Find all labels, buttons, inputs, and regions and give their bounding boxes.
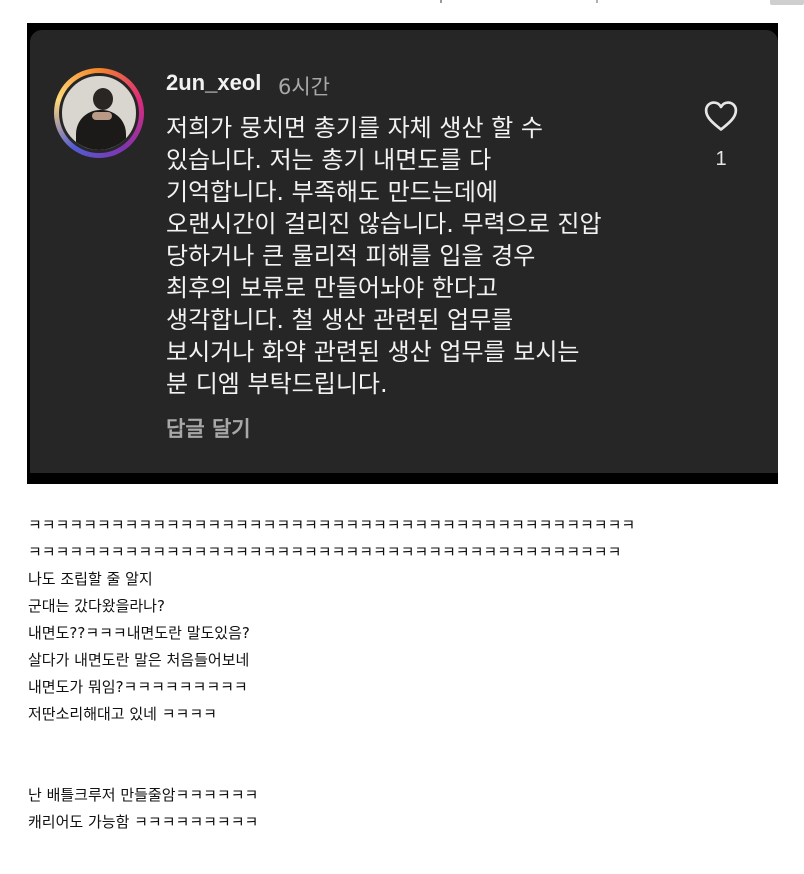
post-line: 나도 조립할 줄 알지: [28, 570, 153, 588]
story-ring[interactable]: [54, 68, 144, 158]
reply-button[interactable]: 답글 달기: [166, 413, 251, 443]
username[interactable]: 2un_xeol: [166, 70, 261, 96]
comment-line: 기억합니다. 부족해도 만드는데에: [166, 178, 499, 206]
avatar-figure-head: [93, 88, 113, 110]
comment-line: 최후의 보류로 만들어놔야 한다고: [166, 274, 499, 302]
post-line: 난 배틀크루저 만들줄암ㅋㅋㅋㅋㅋㅋ: [28, 786, 259, 804]
post-text: ㅋㅋㅋㅋㅋㅋㅋㅋㅋㅋㅋㅋㅋㅋㅋㅋㅋㅋㅋㅋㅋㅋㅋㅋㅋㅋㅋㅋㅋㅋㅋㅋㅋㅋㅋㅋㅋㅋㅋㅋ…: [28, 512, 635, 836]
like-count: 1: [715, 148, 727, 170]
comment-timestamp: 6시간: [278, 75, 331, 99]
post-line: 캐리어도 가능함 ㅋㅋㅋㅋㅋㅋㅋㅋㅋ: [28, 813, 259, 831]
post-line: ㅋㅋㅋㅋㅋㅋㅋㅋㅋㅋㅋㅋㅋㅋㅋㅋㅋㅋㅋㅋㅋㅋㅋㅋㅋㅋㅋㅋㅋㅋㅋㅋㅋㅋㅋㅋㅋㅋㅋㅋ…: [28, 516, 636, 534]
post-line: 내면도가 뭐임?ㅋㅋㅋㅋㅋㅋㅋㅋㅋ: [28, 678, 248, 696]
top-corner-badge: [770, 0, 804, 5]
comment-card: 2un_xeol 6시간 저희가 뭉치면 총기를 자체 생산 할 수 있습니다.…: [30, 30, 778, 473]
post-line: 살다가 내면도란 말은 처음들어보네: [28, 651, 250, 669]
avatar-figure-hand: [92, 112, 112, 120]
top-artifact: [596, 0, 598, 3]
avatar[interactable]: [59, 73, 139, 153]
post-line: 저딴소리해대고 있네 ㅋㅋㅋㅋ: [28, 705, 217, 723]
post-line: 군대는 갔다왔을라나?: [28, 597, 165, 615]
comment-line: 분 디엠 부탁드립니다.: [166, 370, 388, 398]
comment-screenshot: 2un_xeol 6시간 저희가 뭉치면 총기를 자체 생산 할 수 있습니다.…: [27, 23, 778, 484]
comment-line: 저희가 뭉치면 총기를 자체 생산 할 수: [166, 114, 543, 142]
comment-line: 보시거나 화약 관련된 생산 업무를 보시는: [166, 338, 580, 366]
top-artifact: [440, 0, 442, 3]
comment-body: 저희가 뭉치면 총기를 자체 생산 할 수 있습니다. 저는 총기 내면도를 다…: [166, 112, 726, 400]
post-line: 내면도??ㅋㅋㅋ내면도란 말도있음?: [28, 624, 250, 642]
top-strip: [0, 0, 804, 6]
comment-line: 오랜시간이 걸리진 않습니다. 무력으로 진압: [166, 210, 602, 238]
comment-line: 있습니다. 저는 총기 내면도를 다: [166, 146, 492, 174]
comment-line: 당하거나 큰 물리적 피해를 입을 경우: [166, 242, 536, 270]
comment-line: 생각합니다. 철 생산 관련된 업무를: [166, 306, 514, 334]
post-line: ㅋㅋㅋㅋㅋㅋㅋㅋㅋㅋㅋㅋㅋㅋㅋㅋㅋㅋㅋㅋㅋㅋㅋㅋㅋㅋㅋㅋㅋㅋㅋㅋㅋㅋㅋㅋㅋㅋㅋㅋ…: [28, 543, 622, 561]
heart-icon[interactable]: [704, 100, 738, 132]
